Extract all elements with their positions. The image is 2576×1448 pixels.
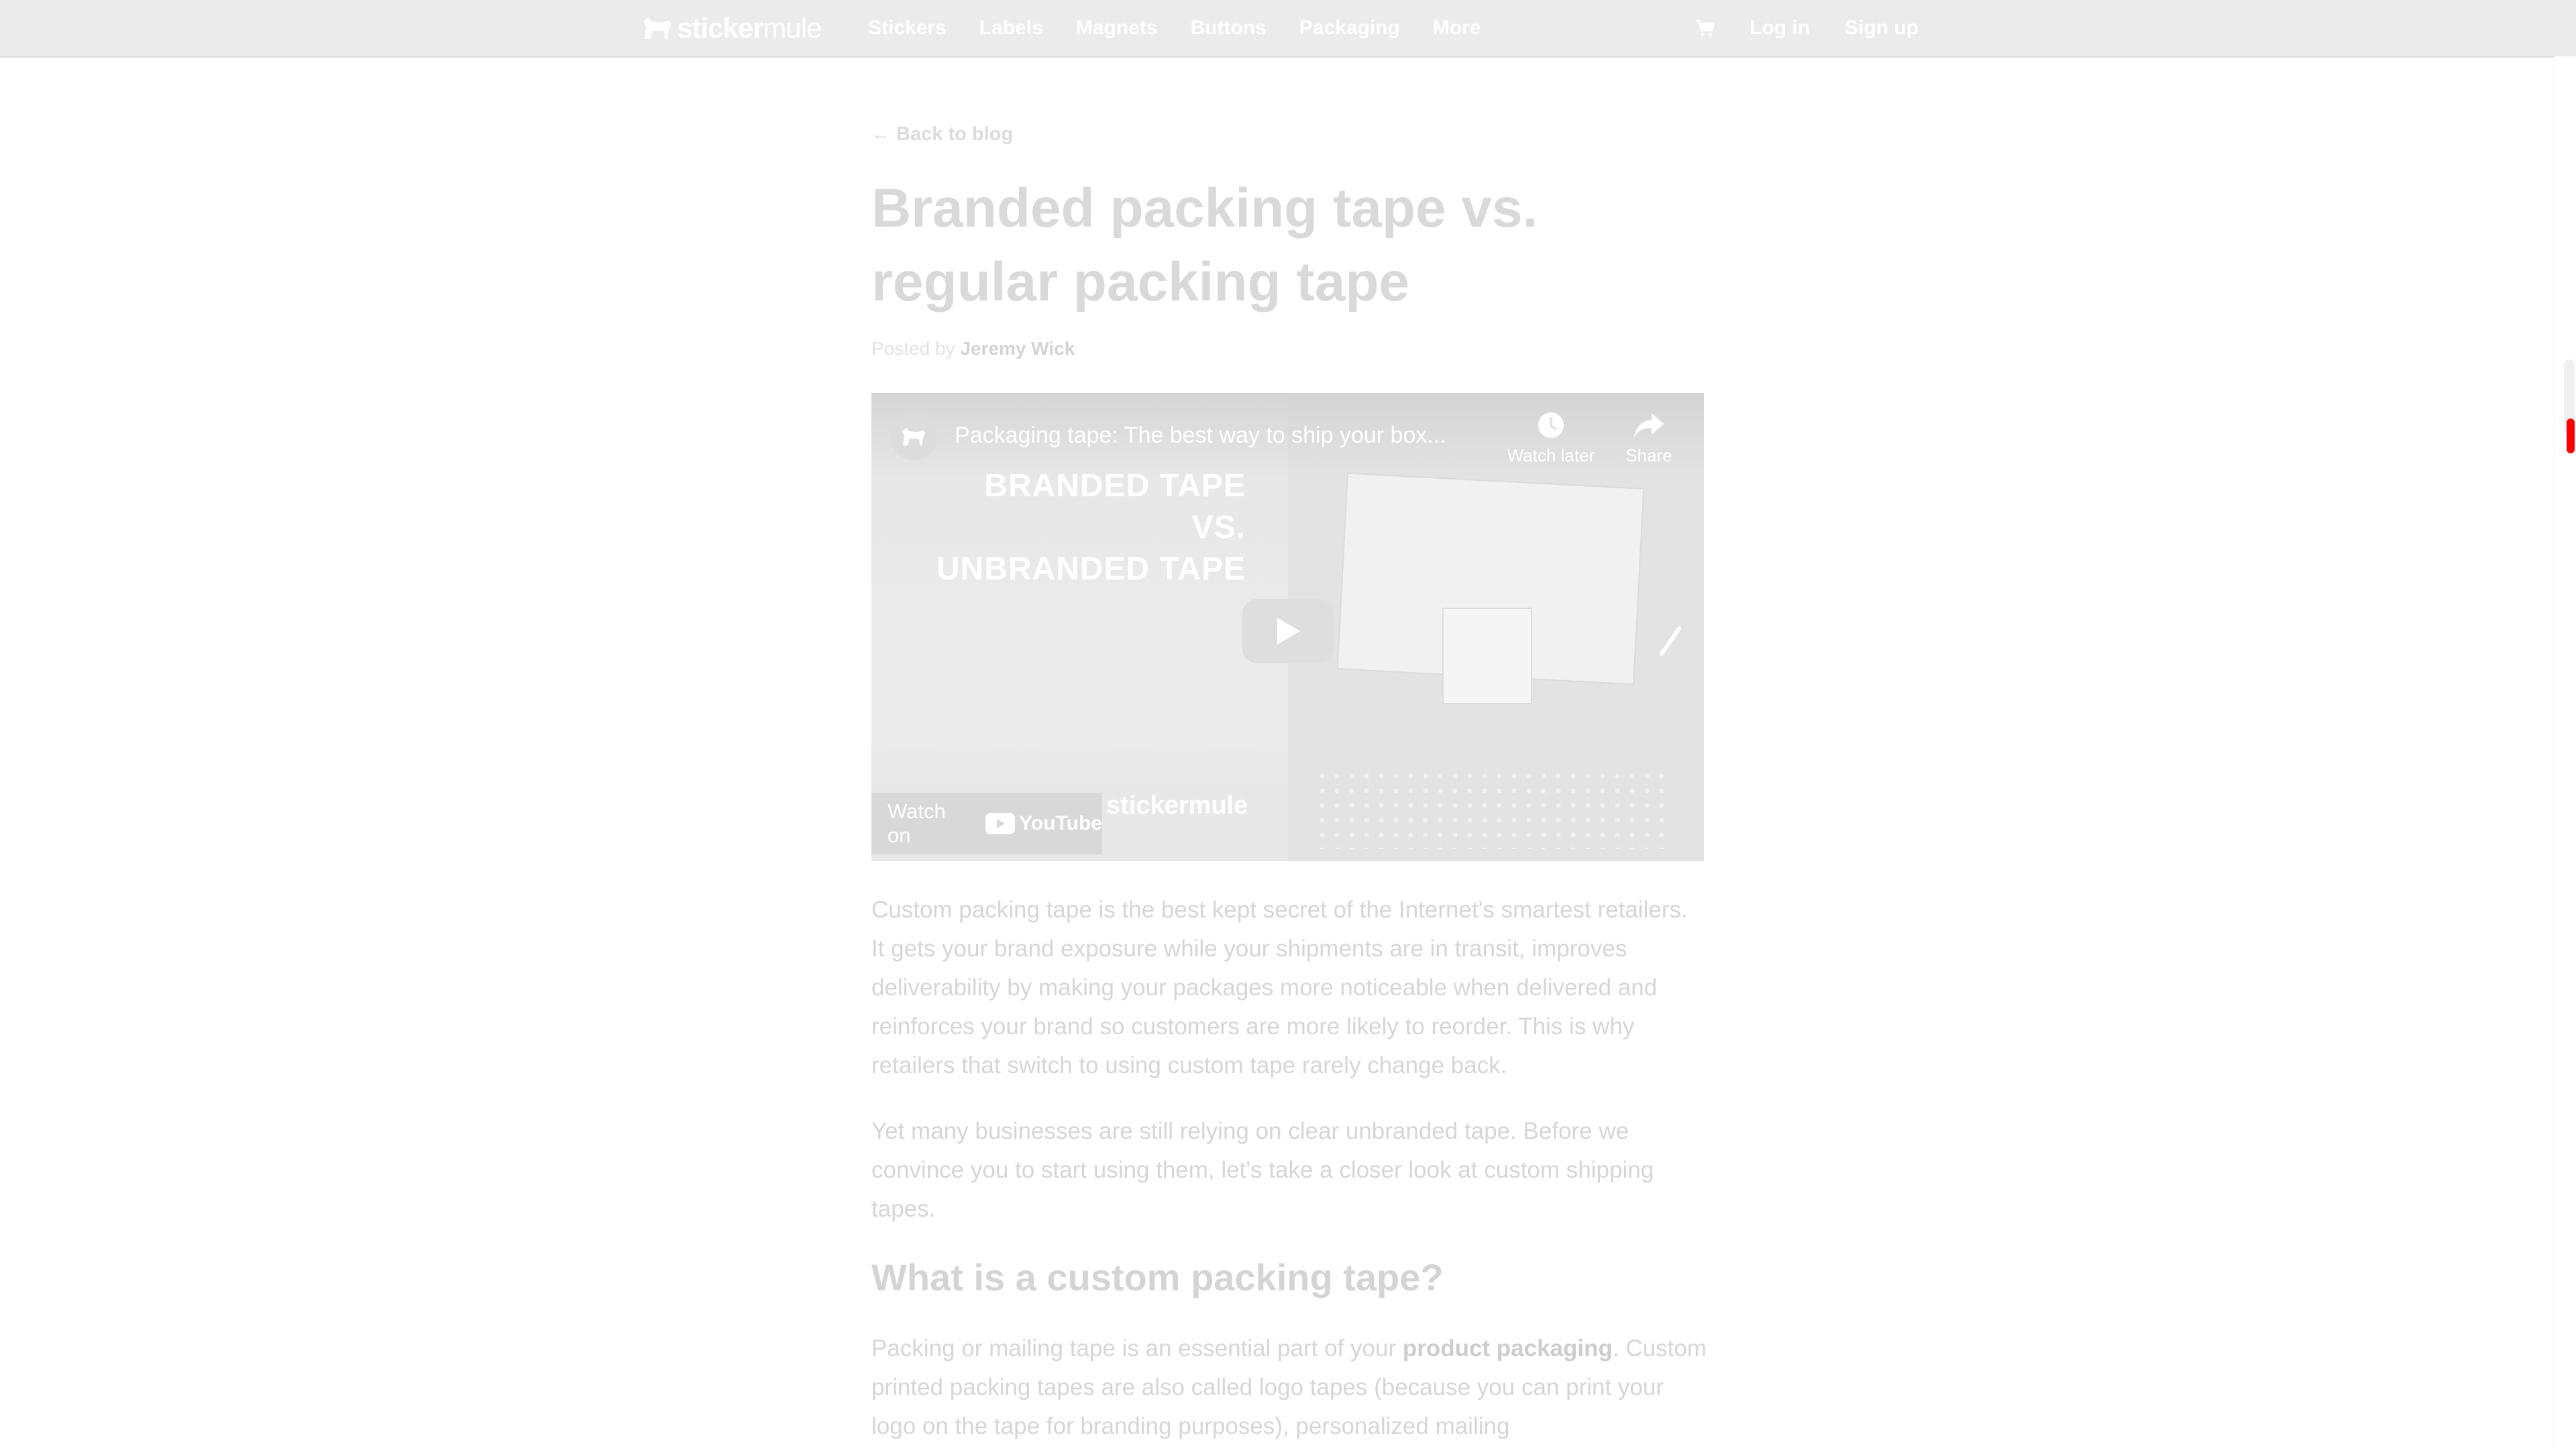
page-scrollbar[interactable] [2554, 56, 2576, 1448]
youtube-wordmark: YouTube [1019, 812, 1102, 834]
watch-on-youtube-button[interactable]: Watch on YouTube [871, 793, 1102, 854]
watch-later-button[interactable]: Watch later [1501, 410, 1601, 466]
video-watermark: stickermule [1106, 791, 1248, 820]
share-label: Share [1625, 445, 1672, 465]
login-link[interactable]: Log in [1750, 17, 1810, 40]
nav-stickers[interactable]: Stickers [868, 17, 947, 40]
author-link[interactable]: Jeremy Wick [960, 338, 1075, 359]
youtube-logo: YouTube [985, 812, 1102, 835]
play-button[interactable] [1242, 599, 1334, 663]
signup-link[interactable]: Sign up [1845, 17, 1919, 40]
pen-icon [1660, 626, 1681, 656]
tape-pattern [1315, 769, 1664, 849]
main-nav: Stickers Labels Magnets Buttons Packagin… [868, 0, 1481, 56]
byline-prefix: Posted by [871, 338, 955, 359]
overlay-line-2: VS. [1191, 510, 1246, 545]
product-packaging-link[interactable]: product packaging [1403, 1335, 1613, 1361]
channel-avatar[interactable] [890, 413, 937, 460]
third-paragraph: Packing or mailing tape is an essential … [871, 1329, 1707, 1446]
nav-more[interactable]: More [1433, 17, 1481, 40]
nav-packaging[interactable]: Packaging [1299, 17, 1400, 40]
byline: Posted by Jeremy Wick [871, 338, 1075, 359]
mule-icon [902, 427, 926, 446]
mule-icon [643, 17, 672, 39]
youtube-play-icon [985, 813, 1016, 834]
clock-icon [1538, 412, 1564, 438]
share-icon [1634, 413, 1664, 437]
video-overlay-text: BRANDED TAPE VS. UNBRANDED TAPE [936, 465, 1246, 590]
watch-on-label: Watch on [888, 799, 946, 847]
page: stickermule Stickers Labels Magnets Butt… [0, 0, 2576, 1448]
second-paragraph: Yet many businesses are still relying on… [871, 1118, 1654, 1222]
account-nav: Log in Sign up [1696, 0, 1919, 56]
site-header: stickermule Stickers Labels Magnets Butt… [0, 0, 2576, 58]
section-heading: What is a custom packing tape? [871, 1256, 1444, 1298]
intro-paragraph: Custom packing tape is the best kept sec… [871, 897, 1688, 1078]
nav-magnets[interactable]: Magnets [1076, 17, 1158, 40]
shipping-label-image [1442, 608, 1532, 704]
overlay-line-3: UNBRANDED TAPE [936, 551, 1246, 587]
cart-icon[interactable] [1696, 19, 1715, 37]
sticker-mule-logo[interactable]: stickermule [642, 12, 822, 44]
youtube-video-embed[interactable]: BRANDED TAPE VS. UNBRANDED TAPE Packagin… [871, 393, 1704, 861]
scroll-position-marker [2567, 419, 2575, 453]
logo-text: stickermule [677, 12, 822, 44]
nav-buttons[interactable]: Buttons [1190, 17, 1266, 40]
back-to-blog-link[interactable]: ← Back to blog [871, 123, 1013, 146]
play-icon [1277, 618, 1300, 645]
video-title-link[interactable]: Packaging tape: The best way to ship you… [955, 423, 1446, 449]
share-button[interactable]: Share [1599, 410, 1699, 466]
paragraph-text-start: Packing or mailing tape is an essential … [871, 1335, 1403, 1361]
article-title: Branded packing tape vs. regular packing… [871, 178, 1538, 313]
nav-labels[interactable]: Labels [979, 17, 1043, 40]
watch-later-label: Watch later [1507, 445, 1595, 465]
